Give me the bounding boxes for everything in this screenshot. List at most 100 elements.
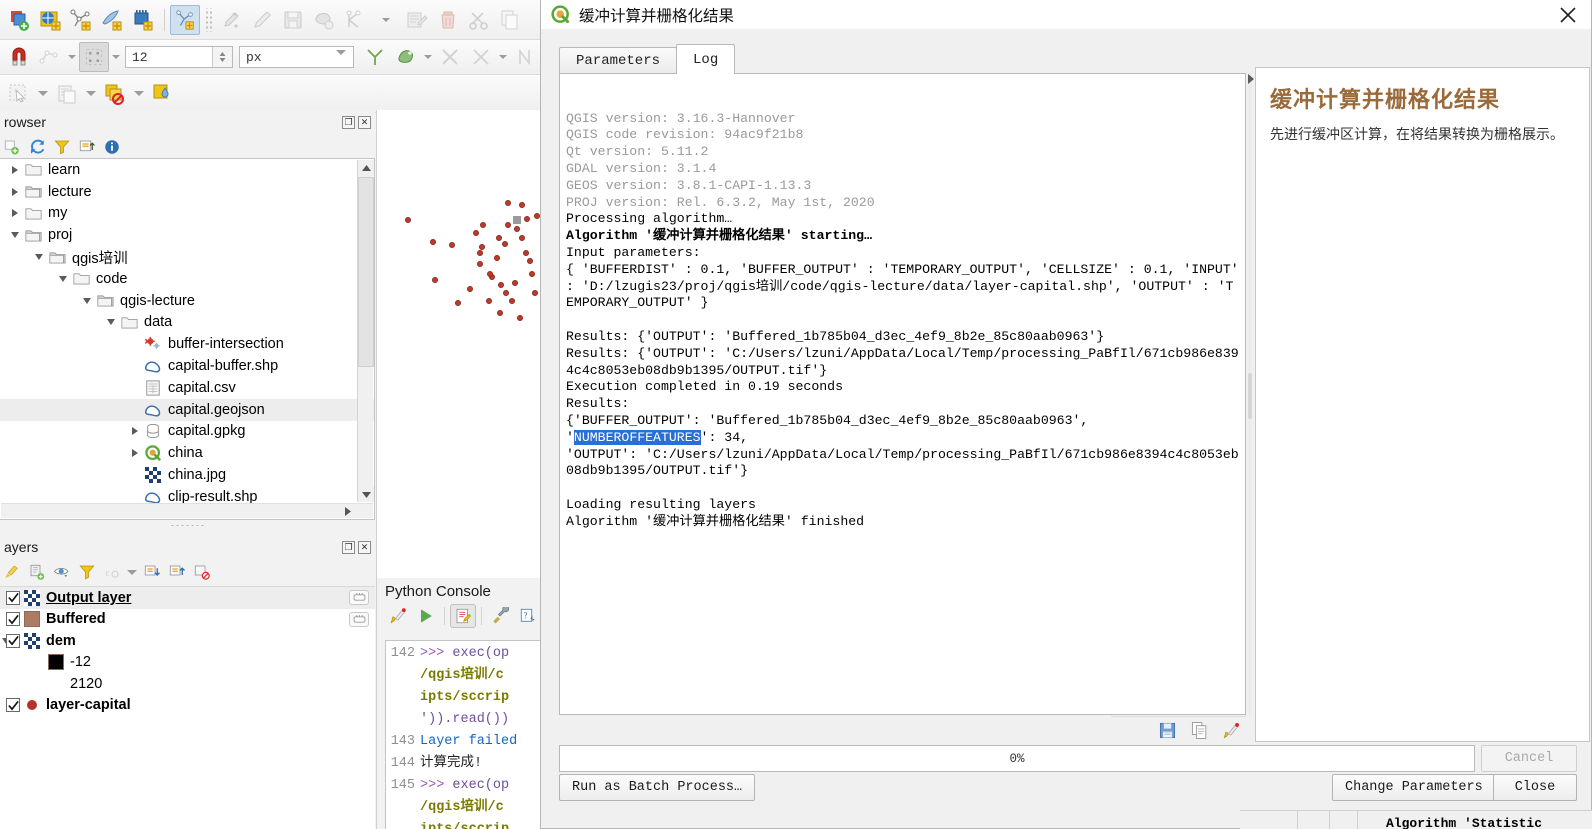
close-panel-button[interactable]: ✕ <box>358 116 371 129</box>
change-parameters-button[interactable]: Change Parameters <box>1332 774 1496 801</box>
browser-tree-item[interactable]: code <box>0 268 374 290</box>
close-button[interactable]: Close <box>1493 774 1577 801</box>
collapse-arrow-icon[interactable] <box>32 254 46 260</box>
expand-arrow-icon[interactable] <box>128 427 142 435</box>
add-layer-icon[interactable] <box>4 5 34 35</box>
filter-icon[interactable] <box>50 136 74 158</box>
clear-log-icon[interactable] <box>1220 720 1242 742</box>
collapse-arrow-icon[interactable] <box>104 319 118 325</box>
browser-tree-item[interactable]: my <box>0 203 374 225</box>
log-output[interactable]: QGIS version: 3.16.3-HannoverQGIS code r… <box>559 73 1246 715</box>
snapping-magnet-icon[interactable] <box>4 42 34 72</box>
map-canvas[interactable] <box>376 110 545 578</box>
new-geopackage-layer-icon[interactable] <box>128 5 158 35</box>
tab-log[interactable]: Log <box>676 44 735 74</box>
new-spatialite-layer-icon[interactable] <box>97 5 127 35</box>
chevron-down-icon[interactable] <box>35 79 51 109</box>
refresh-icon[interactable] <box>25 136 49 158</box>
chevron-down-icon[interactable] <box>83 79 99 109</box>
chevron-down-icon[interactable] <box>422 42 434 72</box>
layers-tree[interactable]: Output layerBuffereddem-122120layer-capi… <box>0 586 375 829</box>
chevron-down-icon[interactable] <box>66 42 78 72</box>
close-panel-button[interactable]: ✕ <box>358 541 371 554</box>
python-console-output[interactable]: 142>>> exec(op/qgis培训/cipts/sccrip')).re… <box>385 640 545 829</box>
browser-tree-item[interactable]: buffer-intersection <box>0 333 374 355</box>
expand-arrow-icon[interactable] <box>8 209 22 217</box>
restore-panel-button[interactable]: ❐ <box>342 541 355 554</box>
scroll-thumb[interactable] <box>1248 373 1252 419</box>
collapse-all-icon[interactable] <box>75 136 99 158</box>
layer-tree-item[interactable]: -12 <box>0 652 375 674</box>
topological-editing-icon[interactable] <box>35 42 65 72</box>
browser-tree-item[interactable]: qgis-lecture <box>0 290 374 312</box>
layer-visibility-checkbox[interactable] <box>6 698 20 712</box>
browser-tree[interactable]: learnlecturemyprojqgis培训codeqgis-lecture… <box>0 158 375 520</box>
snap-tolerance-input[interactable] <box>126 47 212 67</box>
browser-horizontal-scrollbar[interactable] <box>1 503 373 518</box>
chevron-down-icon[interactable] <box>497 42 509 72</box>
browser-tree-item[interactable]: capital.gpkg <box>0 421 374 443</box>
layer-tree-item[interactable]: dem <box>0 630 375 652</box>
browser-tree-item[interactable]: capital.geojson <box>0 399 374 421</box>
chevron-down-icon[interactable] <box>371 5 401 35</box>
restore-panel-button[interactable]: ❐ <box>342 116 355 129</box>
expand-arrow-icon[interactable] <box>128 449 142 457</box>
scroll-up-button[interactable] <box>358 160 374 176</box>
chevron-down-icon[interactable] <box>336 55 346 70</box>
collapse-arrow-icon[interactable] <box>8 232 22 238</box>
chevron-down-icon[interactable] <box>131 79 147 109</box>
expand-arrow-icon[interactable] <box>8 166 22 174</box>
toolbar-drag-handle[interactable] <box>204 8 213 32</box>
layer-edit-indicator-icon[interactable] <box>349 590 369 605</box>
browser-tree-item[interactable]: qgis培训 <box>0 246 374 268</box>
layer-tree-item[interactable]: Output layer <box>0 587 375 609</box>
layer-tree-item[interactable]: 2120 <box>0 673 375 695</box>
clear-console-icon[interactable] <box>385 604 411 628</box>
stepper-arrows[interactable] <box>212 47 232 67</box>
browser-tree-item[interactable]: learn <box>0 159 374 181</box>
chevron-down-icon[interactable] <box>110 42 122 72</box>
snapping-mode-icon[interactable] <box>79 42 109 72</box>
properties-info-icon[interactable] <box>100 136 124 158</box>
log-vertical-scrollbar[interactable] <box>1248 73 1252 715</box>
tab-parameters[interactable]: Parameters <box>559 47 677 74</box>
manage-layer-visibility-icon[interactable] <box>50 561 74 583</box>
open-layer-styling-icon[interactable] <box>0 561 24 583</box>
layer-tree-item[interactable]: layer-capital <box>0 695 375 717</box>
expand-all-icon[interactable] <box>140 561 164 583</box>
layer-edit-indicator-icon[interactable] <box>349 612 369 627</box>
scroll-right-button[interactable] <box>341 504 356 518</box>
panel-splitter[interactable] <box>0 521 375 529</box>
filter-legend-icon[interactable] <box>75 561 99 583</box>
browser-vertical-scrollbar[interactable] <box>357 160 373 502</box>
collapse-arrow-icon[interactable] <box>56 276 70 282</box>
browser-tree-item[interactable]: proj <box>0 224 374 246</box>
collapse-all-icon[interactable] <box>165 561 189 583</box>
show-editor-icon[interactable] <box>450 604 476 628</box>
browser-tree-item[interactable]: capital-buffer.shp <box>0 355 374 377</box>
snap-units-select[interactable]: px <box>239 46 354 68</box>
layer-tree-item[interactable]: Buffered <box>0 609 375 631</box>
avoid-overlap-icon[interactable] <box>391 42 421 72</box>
snap-tolerance-stepper[interactable] <box>125 46 233 68</box>
add-group-icon[interactable] <box>25 561 49 583</box>
cancel-button[interactable]: Cancel <box>1481 745 1577 772</box>
browser-tree-item[interactable]: china.jpg <box>0 464 374 486</box>
options-icon[interactable] <box>487 604 513 628</box>
browser-tree-item[interactable]: capital.csv <box>0 377 374 399</box>
run-as-batch-process-button[interactable]: Run as Batch Process… <box>559 774 755 801</box>
browser-tree-item[interactable]: data <box>0 312 374 334</box>
browser-tree-item[interactable]: china <box>0 442 374 464</box>
new-memory-layer-icon[interactable] <box>170 5 200 35</box>
layer-visibility-checkbox[interactable] <box>6 591 20 605</box>
layer-visibility-checkbox[interactable] <box>6 612 20 626</box>
copy-log-icon[interactable] <box>1188 720 1210 742</box>
digitizing-toggle-icon[interactable] <box>216 5 246 35</box>
new-vector-layer-icon[interactable] <box>66 5 96 35</box>
help-icon[interactable]: ? <box>515 604 541 628</box>
layer-visibility-checkbox[interactable] <box>6 634 20 648</box>
collapse-arrow-icon[interactable] <box>80 298 94 304</box>
add-layer-icon[interactable] <box>0 136 24 158</box>
expand-arrow-icon[interactable] <box>8 188 22 196</box>
save-log-icon[interactable] <box>1156 720 1178 742</box>
